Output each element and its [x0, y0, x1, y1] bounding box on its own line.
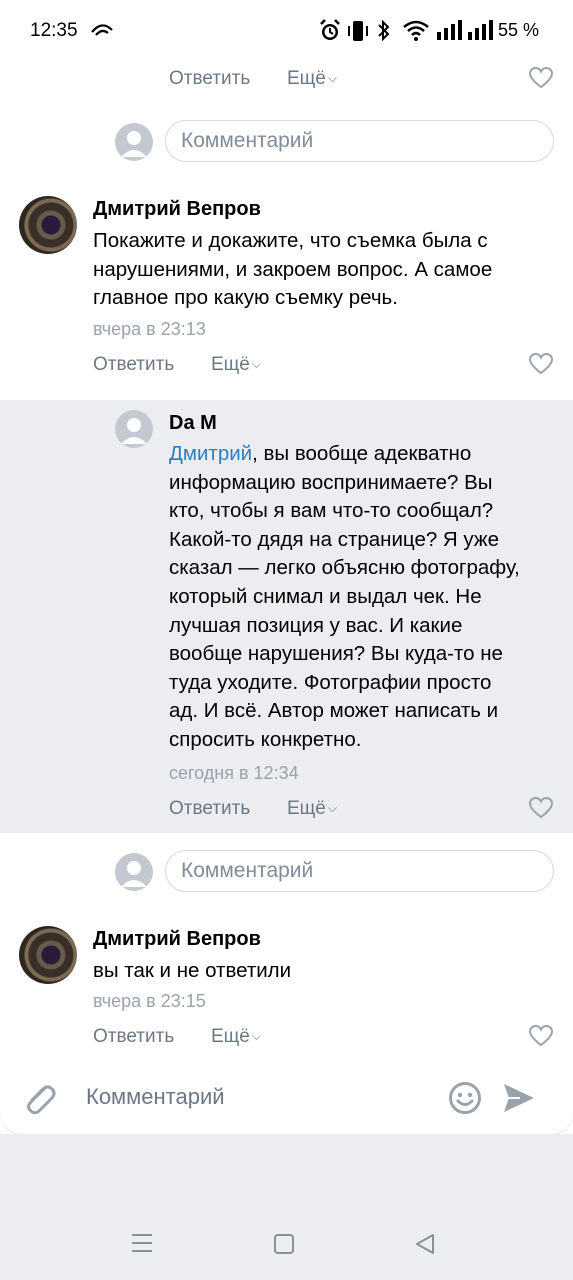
reply-button[interactable]: Ответить [93, 1026, 174, 1048]
comment-actions: Ответить Ещё ⌵ [0, 794, 573, 824]
like-heart-icon[interactable] [528, 352, 554, 380]
reply-button[interactable]: Ответить [169, 68, 250, 90]
comment-text: вы так и не ответили [93, 957, 291, 986]
send-icon[interactable] [502, 1082, 536, 1119]
home-icon[interactable] [273, 1233, 295, 1260]
more-label: Ещё [211, 1026, 250, 1047]
comment-author[interactable]: Дмитрий Вепров [93, 928, 261, 951]
system-nav-bar [0, 1134, 573, 1280]
comment-line: вообще нарушения? Вы куда-то не [169, 642, 503, 666]
comment-input[interactable]: Комментарий [165, 850, 554, 892]
comment-line: Покажите и докажите, что съемка была с [93, 229, 488, 252]
chevron-down-icon: ⌵ [251, 357, 261, 372]
eye-icon [90, 22, 114, 43]
comment-text: Покажите и докажите, что съемка была с н… [93, 227, 492, 313]
more-label: Ещё [211, 354, 250, 375]
signal-icon-2 [467, 18, 493, 47]
comment-text: Дмитрий, вы вообще адекватно информацию … [169, 440, 520, 755]
avatar[interactable] [115, 410, 153, 448]
comment-author[interactable]: Da M [169, 412, 217, 435]
alarm-icon [318, 18, 342, 49]
bottom-comment-bar: Комментарий [0, 1062, 573, 1134]
signal-icon [436, 18, 462, 47]
comment-line: туда уходите. Фотографии просто [169, 670, 492, 694]
bottom-comment-input[interactable]: Комментарий [86, 1084, 225, 1110]
comment-input[interactable]: Комментарий [165, 120, 554, 162]
comment-author[interactable]: Дмитрий Вепров [93, 198, 261, 221]
clock: 12:35 [30, 20, 78, 41]
more-label: Ещё [287, 68, 326, 89]
comment-line: кто, чтобы я вам что-то сообщал? [169, 499, 494, 523]
avatar[interactable] [19, 196, 77, 254]
chevron-down-icon: ⌵ [251, 1029, 261, 1044]
comment-time[interactable]: сегодня в 12:34 [169, 763, 299, 784]
like-heart-icon[interactable] [528, 66, 554, 94]
mention-link[interactable]: Дмитрий [169, 442, 252, 465]
comment-line: нарушениями, и закроем вопрос. А самое [93, 257, 493, 281]
wifi-icon [402, 18, 430, 47]
back-icon[interactable] [414, 1233, 436, 1260]
avatar [115, 123, 153, 161]
like-heart-icon[interactable] [528, 796, 554, 824]
chevron-down-icon: ⌵ [327, 801, 337, 816]
reply-button[interactable]: Ответить [93, 354, 174, 376]
comment-line: вы так и не ответили [93, 959, 292, 982]
comment-line: лучшая позиция у вас. И какие [169, 613, 463, 637]
comment-line: спросить конкретно. [169, 727, 362, 751]
vibrate-icon [347, 18, 369, 49]
comment-line: Какой-то дядя на странице? Я уже [169, 527, 500, 551]
status-bar: 12:35 55 % [0, 0, 573, 62]
more-button[interactable]: Ещё ⌵ [287, 68, 337, 90]
comment-actions: Ответить Ещё ⌵ [0, 1022, 573, 1052]
like-heart-icon[interactable] [528, 1024, 554, 1052]
more-label: Ещё [287, 798, 326, 819]
more-button[interactable]: Ещё ⌵ [287, 798, 337, 820]
comment-line: сказал — легко объясню фотографу, [169, 556, 520, 580]
more-button[interactable]: Ещё ⌵ [211, 354, 261, 376]
comment-actions: Ответить Ещё ⌵ [0, 350, 573, 380]
more-button[interactable]: Ещё ⌵ [211, 1026, 261, 1048]
comment-line: главное про какую съемку речь. [93, 286, 398, 310]
battery-level: 55 % [498, 20, 540, 40]
comment-actions-top: Ответить Ещё ⌵ [0, 64, 573, 94]
emoji-icon[interactable] [448, 1081, 482, 1120]
paperclip-icon[interactable] [22, 1079, 58, 1122]
reply-button[interactable]: Ответить [169, 798, 250, 820]
comment-line: который снимал и выдал чек. Не [169, 584, 482, 608]
comment-line: ад. И всё. Автор может написать и [169, 699, 499, 723]
avatar[interactable] [19, 926, 77, 984]
comment-time[interactable]: вчера в 23:15 [93, 991, 206, 1012]
comment-line-rest: , вы вообще адекватно [252, 442, 472, 465]
avatar [115, 853, 153, 891]
comment-line: информацию воспринимаете? Вы [169, 470, 493, 494]
recent-apps-icon[interactable] [131, 1232, 153, 1259]
bluetooth-icon [376, 18, 392, 49]
reply-highlight: Da M Дмитрий, вы вообще адекватно информ… [0, 400, 573, 833]
comment-time[interactable]: вчера в 23:13 [93, 319, 206, 340]
comment-line: Дмитрий, вы вообще адекватно [169, 440, 520, 469]
chevron-down-icon: ⌵ [327, 71, 337, 86]
